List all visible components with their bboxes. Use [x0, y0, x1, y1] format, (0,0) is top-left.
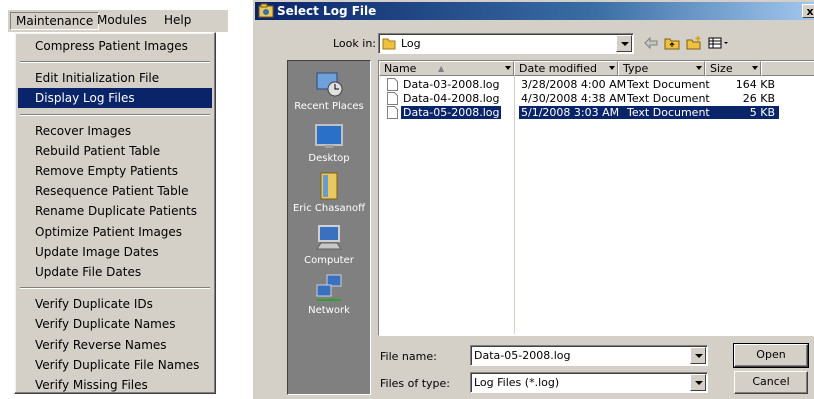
open-button[interactable]: Open — [733, 343, 809, 368]
look-in-value: Log — [401, 37, 421, 50]
file-list[interactable]: Name ▲ Date modified Type Size Data-03-2… — [378, 60, 814, 336]
menu-modules[interactable]: Modules — [92, 12, 152, 30]
menu-item-verify-duplicate-ids[interactable]: Verify Duplicate IDs — [18, 294, 212, 314]
file-size: 5 KB — [711, 106, 779, 119]
place-recent-places[interactable]: Recent Places — [288, 69, 370, 112]
file-size: 26 KB — [742, 92, 775, 105]
file-name-field[interactable]: Data-05-2008.log — [470, 345, 708, 366]
menu-item-verify-duplicate-file-names[interactable]: Verify Duplicate File Names — [18, 355, 212, 375]
place-computer[interactable]: Computer — [288, 223, 370, 266]
menu-bar: Maintenance Modules Help — [8, 10, 228, 32]
menu-item-recover-images[interactable]: Recover Images — [18, 121, 212, 141]
computer-icon — [316, 225, 342, 250]
folder-icon — [382, 38, 396, 50]
sort-arrow-icon: ▲ — [438, 64, 445, 73]
file-type: Text Document — [627, 92, 710, 105]
chevron-down-icon[interactable] — [609, 66, 615, 70]
column-date-modified[interactable]: Date modified — [514, 61, 618, 76]
back-arrow-icon[interactable] — [644, 35, 658, 51]
menu-item-optimize-patient-images[interactable]: Optimize Patient Images — [18, 222, 212, 242]
menu-item-remove-empty-patients[interactable]: Remove Empty Patients — [18, 161, 212, 181]
chevron-down-icon[interactable] — [696, 66, 702, 70]
dialog-title-bar[interactable]: Select Log File x — [255, 2, 814, 20]
file-type-value: Log Files (*.log) — [474, 376, 560, 389]
file-name-label: File name: — [380, 350, 437, 363]
menu-item-update-file-dates[interactable]: Update File Dates — [18, 262, 212, 282]
file-date: 4/30/2008 4:38 AM — [521, 92, 627, 105]
column-type[interactable]: Type — [618, 61, 705, 76]
file-name-value: Data-05-2008.log — [474, 349, 571, 362]
file-type-label: Files of type: — [380, 377, 451, 390]
menu-help[interactable]: Help — [159, 12, 196, 30]
file-row[interactable]: Data-05-2008.log 5/1/2008 3:03 AM Text Doc… — [383, 106, 783, 119]
chevron-down-icon[interactable] — [616, 35, 632, 52]
dialog-title: Select Log File — [277, 4, 377, 18]
column-extra — [761, 61, 814, 76]
menu-separator — [20, 61, 210, 64]
dialog-app-icon — [258, 3, 274, 18]
chevron-down-icon[interactable] — [690, 374, 706, 391]
column-size[interactable]: Size — [705, 61, 761, 76]
close-button[interactable]: x — [802, 4, 814, 18]
file-name: Data-03-2008.log — [403, 78, 500, 91]
menu-separator — [20, 287, 210, 290]
place-network[interactable]: Network — [288, 273, 370, 316]
maintenance-dropdown: Compress Patient Images Edit Initializati… — [14, 32, 216, 394]
menu-item-rename-duplicate-patients[interactable]: Rename Duplicate Patients — [18, 201, 212, 221]
menu-item-compress-patient-images[interactable]: Compress Patient Images — [18, 36, 212, 56]
file-type: Text Document — [627, 78, 710, 91]
menu-item-resequence-patient-table[interactable]: Resequence Patient Table — [18, 181, 212, 201]
menu-separator — [20, 113, 210, 116]
file-date: 5/1/2008 3:03 AM — [519, 106, 625, 119]
new-folder-icon[interactable] — [686, 35, 702, 51]
chevron-down-icon[interactable] — [752, 66, 758, 70]
look-in-combo[interactable]: Log — [378, 33, 634, 54]
network-icon — [316, 274, 342, 301]
menu-item-edit-initialization-file[interactable]: Edit Initialization File — [18, 68, 212, 88]
menu-item-update-image-dates[interactable]: Update Image Dates — [18, 242, 212, 262]
view-menu-icon[interactable] — [708, 35, 730, 51]
menu-item-verify-missing-files[interactable]: Verify Missing Files — [18, 375, 212, 395]
places-bar: Recent Places Desktop Eric Chasanoff Com… — [287, 60, 371, 395]
look-in-label: Look in: — [333, 37, 376, 50]
cancel-button[interactable]: Cancel — [734, 371, 808, 394]
place-user-folder[interactable]: Eric Chasanoff — [288, 171, 370, 214]
menu-maintenance[interactable]: Maintenance — [10, 12, 100, 30]
file-size: 164 KB — [735, 78, 775, 91]
menu-item-verify-reverse-names[interactable]: Verify Reverse Names — [18, 335, 212, 355]
menu-item-rebuild-patient-table[interactable]: Rebuild Patient Table — [18, 141, 212, 161]
file-name: Data-04-2008.log — [403, 92, 500, 105]
text-document-icon — [387, 78, 398, 91]
file-type: Text Document — [625, 106, 711, 119]
file-name: Data-05-2008.log — [401, 106, 502, 119]
file-row[interactable]: Data-04-2008.log 4/30/2008 4:38 AM Text Do… — [383, 92, 783, 105]
menu-item-display-log-files[interactable]: Display Log Files — [18, 88, 212, 109]
chevron-down-icon[interactable] — [505, 66, 511, 70]
up-folder-icon[interactable] — [664, 35, 680, 51]
file-date: 3/28/2008 4:00 AM — [521, 78, 627, 91]
place-desktop[interactable]: Desktop — [288, 121, 370, 164]
desktop-icon — [315, 124, 343, 148]
recent-places-icon — [316, 72, 343, 97]
file-row[interactable]: Data-03-2008.log 3/28/2008 4:00 AM Text Do… — [383, 78, 783, 91]
file-type-select[interactable]: Log Files (*.log) — [470, 372, 708, 393]
text-document-icon — [387, 92, 398, 105]
user-folder-icon — [320, 172, 338, 200]
chevron-down-icon[interactable] — [690, 347, 706, 364]
column-name[interactable]: Name ▲ — [379, 61, 514, 76]
menu-item-verify-duplicate-names[interactable]: Verify Duplicate Names — [18, 314, 212, 334]
text-document-icon — [387, 106, 398, 119]
